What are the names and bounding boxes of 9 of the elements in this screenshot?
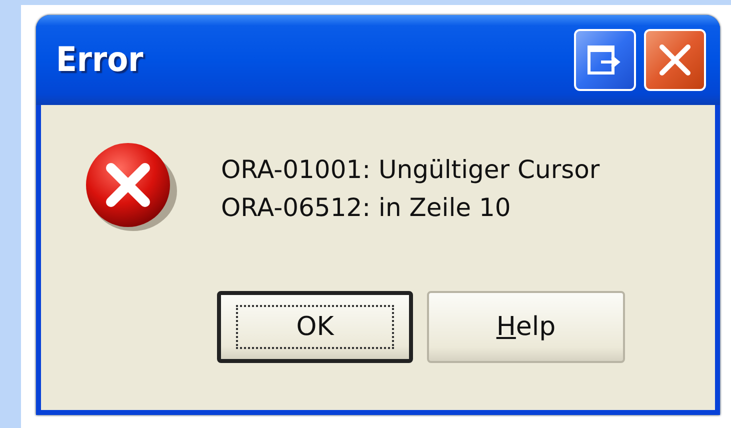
help-button[interactable]: Help: [427, 291, 625, 363]
window-arrow-icon: [587, 45, 623, 75]
close-button[interactable]: [644, 29, 706, 91]
error-message: ORA-01001: Ungültiger Cursor: [221, 154, 600, 186]
ok-button[interactable]: OK: [217, 291, 413, 363]
error-message: ORA-06512: in Zeile 10: [221, 192, 512, 224]
restore-button[interactable]: [574, 29, 636, 91]
close-icon: [658, 43, 692, 77]
window-title: Error: [56, 40, 144, 80]
